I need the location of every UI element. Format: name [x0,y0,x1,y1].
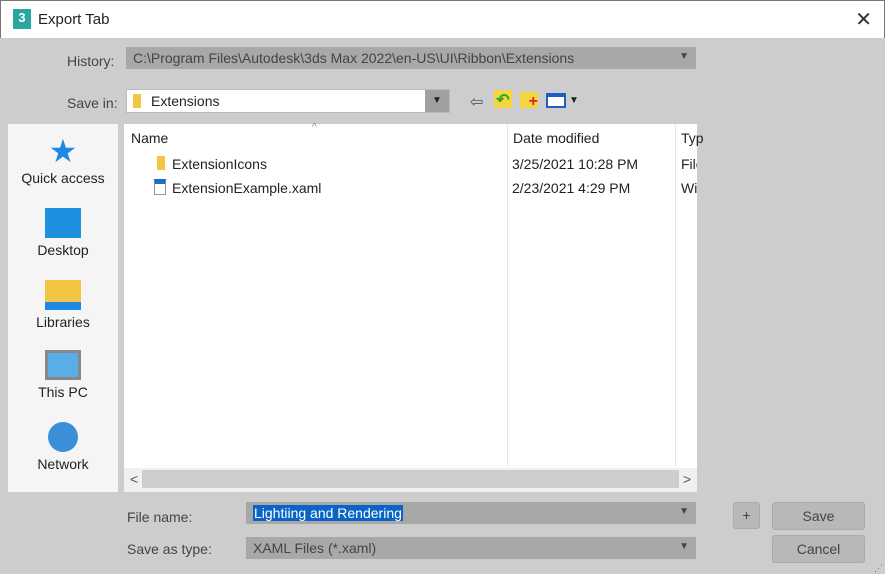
folder-icon [157,156,165,170]
scroll-right-icon[interactable]: > [683,471,691,487]
column-divider [675,124,676,466]
file-name-label: File name: [127,509,193,525]
scrollbar-thumb[interactable] [142,470,679,488]
place-label: Libraries [36,314,90,330]
file-name-input[interactable]: Lightiing and Rendering ▼ [246,502,696,524]
place-libraries[interactable]: Libraries [8,280,118,330]
new-folder-icon[interactable]: + [520,92,538,110]
chevron-down-icon: ▼ [679,506,689,517]
column-header-date[interactable]: Date modified [513,130,599,146]
chevron-down-icon[interactable]: ▼ [569,95,579,106]
cancel-button[interactable]: Cancel [772,535,865,563]
close-button[interactable]: ✕ [855,7,872,32]
window-title: Export Tab [38,11,110,28]
plus-button[interactable]: + [733,502,760,529]
place-this-pc[interactable]: This PC [8,350,118,400]
view-menu-icon[interactable] [546,93,566,108]
save-in-label: Save in: [67,95,118,111]
network-globe-icon [48,422,78,452]
computer-icon [45,350,81,380]
horizontal-scrollbar[interactable]: < > [124,468,697,492]
save-type-label: Save as type: [127,541,212,557]
star-icon: ★ [48,133,78,169]
history-value: C:\Program Files\Autodesk\3ds Max 2022\e… [133,50,575,66]
file-name-value: Lightiing and Rendering [253,505,403,521]
history-label: History: [67,53,115,69]
save-in-value: Extensions [151,93,220,109]
place-label: Desktop [37,242,89,258]
folder-icon [133,94,141,108]
file-type: File [681,156,697,172]
file-name: ExtensionExample.xaml [172,180,322,196]
file-date: 3/25/2021 10:28 PM [512,156,639,172]
column-header-name[interactable]: Name [131,130,168,146]
save-type-value: XAML Files (*.xaml) [253,540,377,556]
scroll-left-icon[interactable]: < [130,471,138,487]
chevron-down-icon: ▼ [679,541,689,552]
file-type: Wi [681,180,697,196]
column-divider [507,124,508,466]
chevron-down-icon: ▼ [425,90,449,112]
history-dropdown[interactable]: C:\Program Files\Autodesk\3ds Max 2022\e… [126,47,696,69]
file-row[interactable]: ExtensionExample.xaml 2/23/2021 4:29 PM … [124,177,697,199]
back-icon[interactable]: ⇦ [470,92,483,112]
places-bar: ★ Quick access Desktop Libraries This PC … [8,124,118,492]
app-icon: 3 [13,9,31,29]
place-desktop[interactable]: Desktop [8,208,118,258]
place-quick-access[interactable]: ★ Quick access [8,133,118,186]
xaml-file-icon [154,179,166,195]
desktop-icon [45,208,81,238]
place-label: Network [37,456,89,472]
title-bar: 3 Export Tab ✕ [0,0,885,38]
resize-grip-icon[interactable]: ⋰ [874,563,883,574]
place-network[interactable]: Network [8,422,118,472]
libraries-icon [45,280,81,310]
save-type-dropdown[interactable]: XAML Files (*.xaml) ▼ [246,537,696,559]
file-list[interactable]: ^ Name Date modified Typ ExtensionIcons … [124,122,704,492]
column-header-type[interactable]: Typ [681,130,704,146]
save-in-dropdown[interactable]: Extensions ▼ [126,89,450,113]
save-button[interactable]: Save [772,502,865,530]
place-label: Quick access [21,170,105,186]
sort-ascending-icon: ^ [312,122,317,133]
up-folder-icon[interactable]: ↶ [494,90,512,109]
file-name: ExtensionIcons [172,156,267,172]
chevron-down-icon: ▼ [679,51,689,62]
place-label: This PC [38,384,88,400]
file-date: 2/23/2021 4:29 PM [512,180,631,196]
file-row[interactable]: ExtensionIcons 3/25/2021 10:28 PM File [124,153,697,175]
